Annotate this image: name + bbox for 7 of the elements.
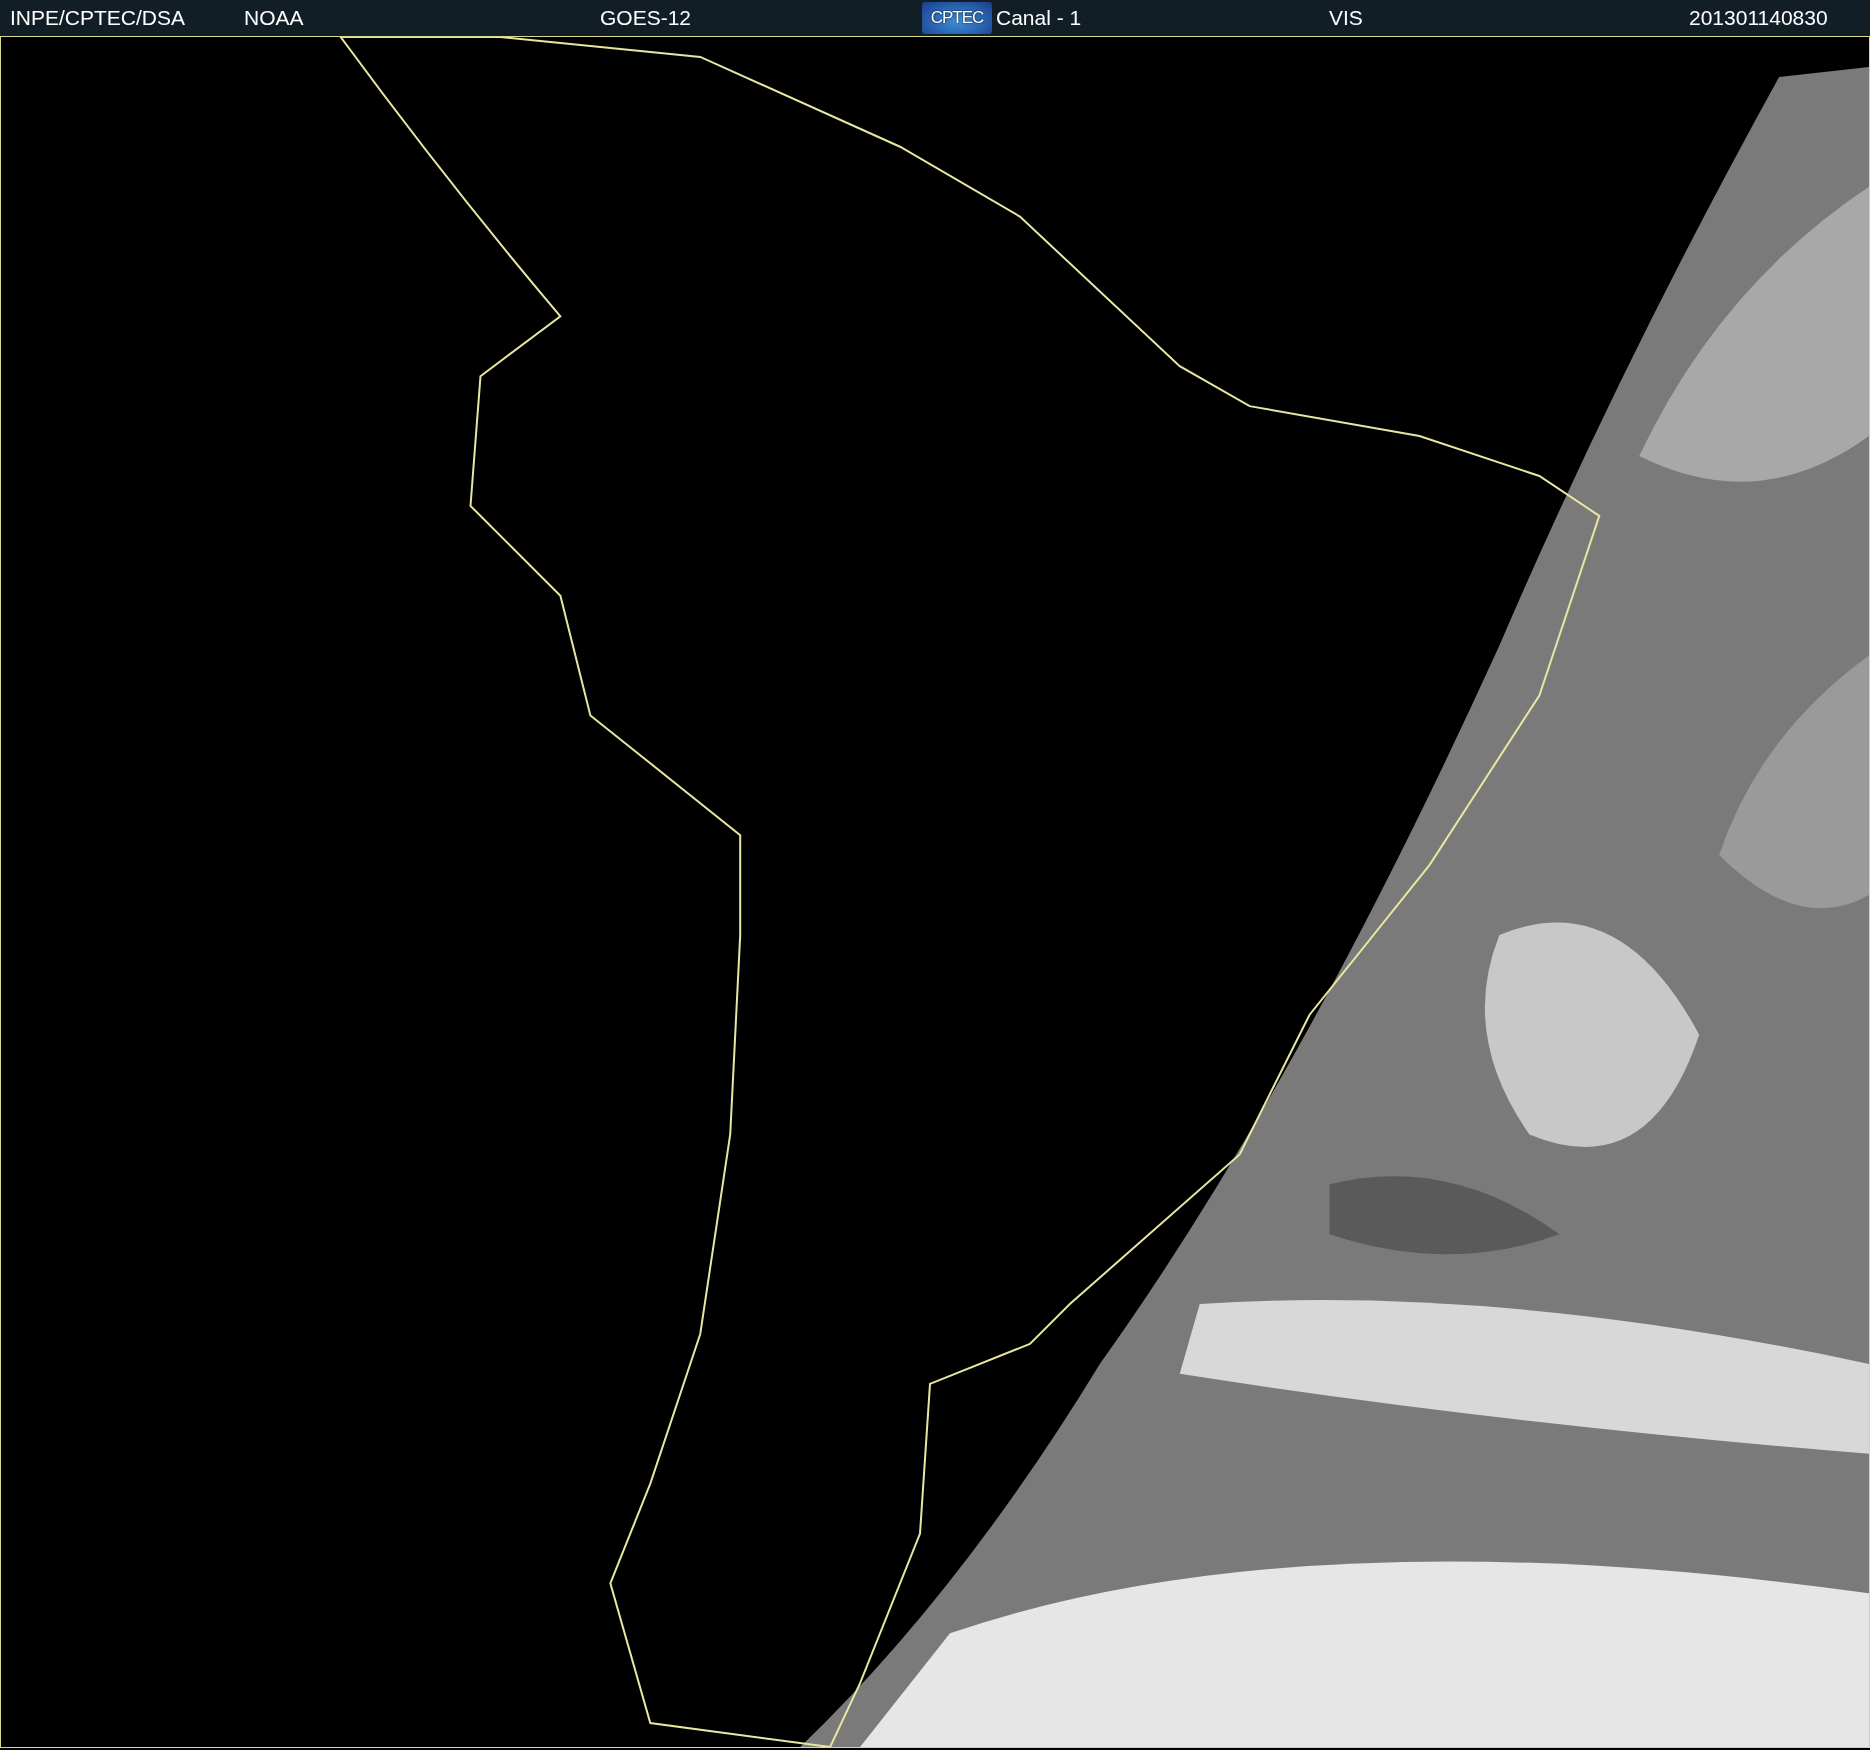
band-label: VIS — [1329, 6, 1363, 30]
agency-label: NOAA — [244, 6, 304, 30]
satellite-label: GOES-12 — [600, 6, 692, 30]
timestamp-label: 201301140830 — [1689, 6, 1828, 30]
logo: CPTEC — [922, 2, 992, 34]
channel-label: Canal - 1 — [996, 6, 1082, 30]
source-label: INPE/CPTEC/DSA — [10, 6, 186, 30]
